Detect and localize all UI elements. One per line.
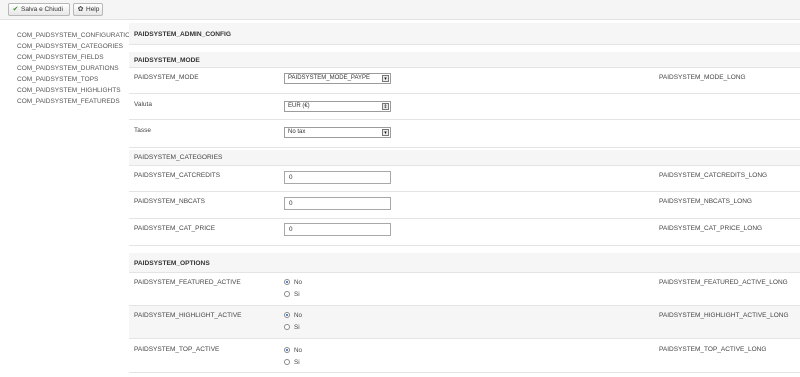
cat-price-long: PAIDSYSTEM_CAT_PRICE_LONG (659, 225, 763, 232)
highlight-si-label: Si (294, 324, 300, 331)
valuta-select-value: EUR (€) (288, 103, 310, 109)
catcredits-input[interactable]: 0 (284, 171, 391, 184)
chevron-down-icon: ▾ (382, 75, 389, 82)
nbcats-long: PAIDSYSTEM_NBCATS_LONG (659, 198, 752, 205)
section-title-mode: PAIDSYSTEM_MODE (134, 57, 200, 64)
highlight-radio-si[interactable]: Si (284, 324, 300, 334)
mode-label: PAIDSYSTEM_MODE (134, 74, 199, 81)
chevron-icon: ⇕ (382, 103, 389, 110)
top-si-label: Si (294, 359, 300, 366)
catcredits-long: PAIDSYSTEM_CATCREDITS_LONG (659, 172, 768, 179)
mode-long: PAIDSYSTEM_MODE_LONG (659, 74, 746, 81)
toolbar: ✔ Salva e Chiudi ✿ Help (0, 0, 800, 20)
tasse-row: Tasse No tax ▾ (129, 120, 800, 148)
help-button[interactable]: ✿ Help (73, 3, 103, 16)
config-form: PAIDSYSTEM_ADMIN_CONFIG PAIDSYSTEM_MODE … (129, 20, 800, 377)
featured-no-label: No (294, 279, 303, 286)
save-and-close-button[interactable]: ✔ Salva e Chiudi (8, 3, 70, 16)
top-long: PAIDSYSTEM_TOP_ACTIVE_LONG (659, 346, 767, 353)
highlight-long: PAIDSYSTEM_HIGHLIGHT_ACTIVE_LONG (659, 312, 789, 319)
featured-row: PAIDSYSTEM_FEATURED_ACTIVE No Si PAIDSYS… (129, 273, 800, 306)
nbcats-row: PAIDSYSTEM_NBCATS 0 PAIDSYSTEM_NBCATS_LO… (129, 192, 800, 219)
radio-selected-icon (284, 347, 290, 353)
mode-row: PAIDSYSTEM_MODE PAIDSYSTEM_MODE_PAYPE ▾ … (129, 68, 800, 94)
mode-section-header: PAIDSYSTEM_MODE (129, 52, 800, 68)
tasse-select-value: No tax (288, 129, 306, 135)
tasse-label: Tasse (134, 127, 151, 134)
help-label: Help (86, 6, 100, 13)
sidebar-item-fields[interactable]: COM_PAIDSYSTEM_FIELDS (17, 52, 132, 63)
sidebar-item-featureds[interactable]: COM_PAIDSYSTEM_FEATUREDS (17, 96, 132, 107)
top-radio-no[interactable]: No (284, 347, 302, 357)
cat-price-label: PAIDSYSTEM_CAT_PRICE (134, 225, 216, 232)
mode-select[interactable]: PAIDSYSTEM_MODE_PAYPE ▾ (284, 73, 391, 84)
page-title: PAIDSYSTEM_ADMIN_CONFIG (134, 31, 231, 38)
mode-select-value: PAIDSYSTEM_MODE_PAYPE (288, 75, 371, 81)
top-radio-si[interactable]: Si (284, 359, 300, 369)
nbcats-input[interactable]: 0 (284, 197, 391, 210)
sidebar-item-highlights[interactable]: COM_PAIDSYSTEM_HIGHLIGHTS (17, 85, 132, 96)
valuta-select[interactable]: EUR (€) ⇕ (284, 101, 391, 112)
featured-long: PAIDSYSTEM_FEATURED_ACTIVE_LONG (659, 279, 788, 286)
cat-price-input[interactable]: 0 (284, 223, 391, 236)
sidebar-item-configuration[interactable]: COM_PAIDSYSTEM_CONFIGURATION (17, 30, 135, 41)
radio-icon (284, 359, 290, 365)
radio-selected-icon (284, 279, 290, 285)
sidebar-item-tops[interactable]: COM_PAIDSYSTEM_TOPS (17, 74, 132, 85)
section-title-options: PAIDSYSTEM_OPTIONS (134, 260, 210, 267)
categories-section-header: PAIDSYSTEM_CATEGORIES (129, 150, 800, 166)
sidebar: COM_PAIDSYSTEM_CONFIGURATION COM_PAIDSYS… (17, 30, 135, 107)
top-row: PAIDSYSTEM_TOP_ACTIVE No Si PAIDSYSTEM_T… (129, 339, 800, 373)
radio-icon (284, 324, 290, 330)
valuta-row: Valuta EUR (€) ⇕ (129, 94, 800, 120)
featured-radio-si[interactable]: Si (284, 291, 300, 301)
radio-icon (284, 291, 290, 297)
catcredits-label: PAIDSYSTEM_CATCREDITS (134, 172, 221, 179)
radio-selected-icon (284, 312, 290, 318)
highlight-label: PAIDSYSTEM_HIGHLIGHT_ACTIVE (134, 312, 242, 319)
cat-price-row: PAIDSYSTEM_CAT_PRICE 0 PAIDSYSTEM_CAT_PR… (129, 219, 800, 246)
highlight-radio-no[interactable]: No (284, 312, 302, 322)
section-title-categories: PAIDSYSTEM_CATEGORIES (134, 154, 223, 161)
sidebar-item-durations[interactable]: COM_PAIDSYSTEM_DURATIONS (17, 63, 132, 74)
config-title-row: PAIDSYSTEM_ADMIN_CONFIG (129, 23, 800, 45)
top-no-label: No (294, 347, 303, 354)
nbcats-label: PAIDSYSTEM_NBCATS (134, 198, 205, 205)
catcredits-row: PAIDSYSTEM_CATCREDITS 0 PAIDSYSTEM_CATCR… (129, 166, 800, 192)
featured-radio-no[interactable]: No (284, 279, 302, 289)
tasse-select[interactable]: No tax ▾ (284, 127, 391, 138)
gear-icon: ✿ (77, 6, 84, 13)
featured-label: PAIDSYSTEM_FEATURED_ACTIVE (134, 279, 241, 286)
options-section-header: PAIDSYSTEM_OPTIONS (129, 253, 800, 273)
valuta-label: Valuta (134, 101, 152, 108)
sidebar-item-categories[interactable]: COM_PAIDSYSTEM_CATEGORIES (17, 41, 132, 52)
save-and-close-label: Salva e Chiudi (21, 6, 63, 13)
highlight-no-label: No (294, 312, 303, 319)
chevron-down-icon: ▾ (382, 129, 389, 136)
check-icon: ✔ (12, 6, 19, 13)
highlight-row: PAIDSYSTEM_HIGHLIGHT_ACTIVE No Si PAIDSY… (129, 306, 800, 339)
featured-si-label: Si (294, 291, 300, 298)
top-label: PAIDSYSTEM_TOP_ACTIVE (134, 346, 220, 353)
